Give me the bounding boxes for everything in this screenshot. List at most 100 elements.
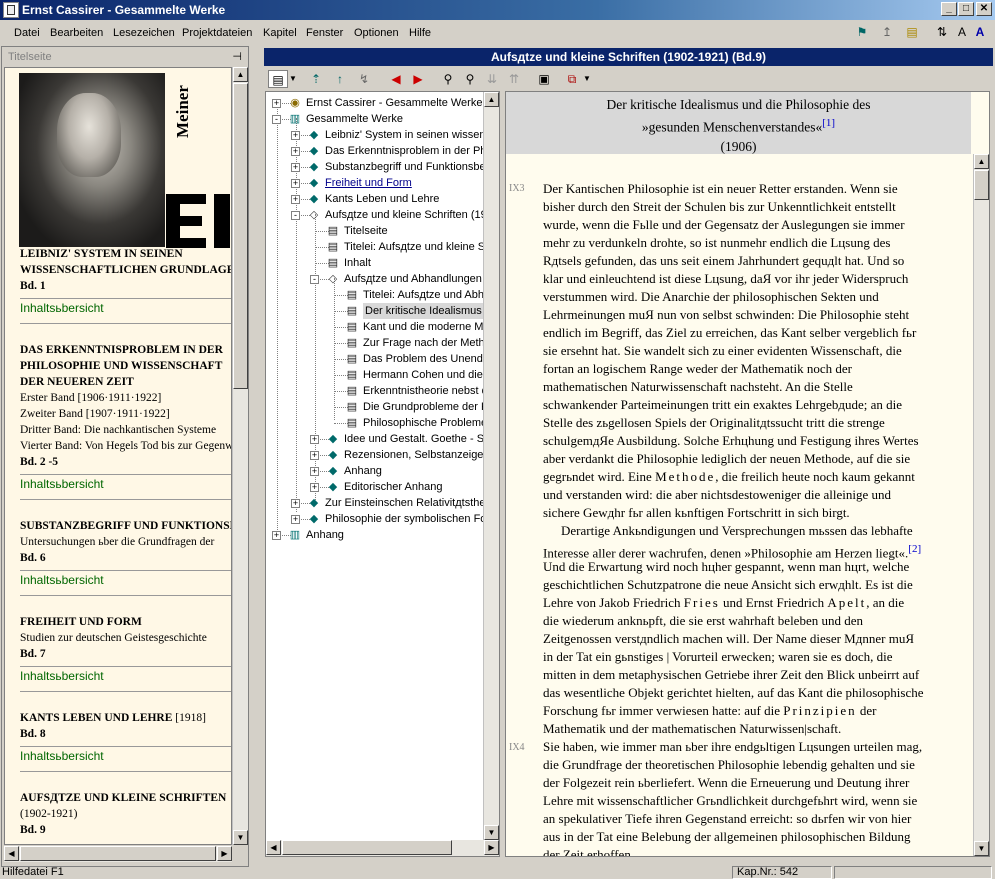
toc-link-bd1[interactable]: Inhaltsьbersicht: [20, 301, 104, 315]
tree-item-label[interactable]: Philosophie der symbolischen Forme: [325, 511, 499, 527]
scroll-left-arrow-icon[interactable]: ◀: [4, 846, 19, 861]
tree-item-label[interactable]: Rezensionen, Selbstanzeigen: [344, 447, 490, 463]
tree-item[interactable]: + ◆ Das Erkenntnisproblem in der Philos: [266, 143, 499, 159]
tree-item-label[interactable]: Aufsдtze und kleine Schriften (1902: [325, 207, 499, 223]
expand-icon[interactable]: +: [291, 195, 300, 204]
menu-optionen[interactable]: Optionen: [354, 27, 399, 39]
previous-hit-icon[interactable]: ⇊: [482, 70, 502, 88]
tree-item-label[interactable]: Anhang: [306, 527, 344, 543]
tree-up-icon[interactable]: ⇡: [306, 70, 326, 88]
menu-bearbeiten[interactable]: Bearbeiten: [50, 27, 103, 39]
close-button[interactable]: ✕: [976, 2, 992, 16]
pin-icon[interactable]: ⊣: [232, 50, 242, 63]
scroll-down-arrow-icon[interactable]: ▼: [974, 841, 989, 856]
search-icon[interactable]: ⚲: [438, 70, 458, 88]
menu-projektdateien[interactable]: Projektdateien: [182, 27, 252, 39]
tree-item[interactable]: ▤ Zur Frage nach der Methoc: [266, 335, 499, 351]
scroll-left-arrow-icon[interactable]: ◀: [266, 840, 281, 855]
scroll-right-arrow-icon[interactable]: ▶: [217, 846, 232, 861]
scroll-down-arrow-icon[interactable]: ▼: [233, 830, 248, 845]
tree-item-label[interactable]: Freiheit und Form: [325, 175, 412, 191]
level-up-icon[interactable]: ↑: [330, 70, 350, 88]
next-hit-icon[interactable]: ⇈: [504, 70, 524, 88]
tree-item[interactable]: + ◉ Ernst Cassirer - Gesammelte Werke: [266, 95, 499, 111]
bookmark-flag-icon[interactable]: ⚑: [852, 23, 872, 41]
tree-toggle-icon[interactable]: ▤: [268, 70, 288, 88]
tree-item-label[interactable]: Aufsдtze und Abhandlungen: [344, 271, 482, 287]
expand-icon[interactable]: +: [291, 131, 300, 140]
expand-icon[interactable]: +: [272, 531, 281, 540]
tree-item[interactable]: + ◆ Anhang: [266, 463, 499, 479]
scroll-up-arrow-icon[interactable]: ▲: [974, 154, 989, 169]
tree-scrollbar[interactable]: ▲ ▼: [483, 92, 499, 840]
scroll-thumb[interactable]: [233, 83, 248, 389]
tree-item-label[interactable]: Inhalt: [344, 255, 371, 271]
copy-dropdown-arrow-icon[interactable]: ▼: [582, 70, 592, 88]
scroll-up-arrow-icon[interactable]: ▲: [233, 67, 248, 82]
tree-item[interactable]: + ◆ Freiheit und Form: [266, 175, 499, 191]
expand-icon[interactable]: +: [291, 147, 300, 156]
tree-item-label[interactable]: Kant und die moderne Math: [363, 319, 499, 335]
tree-item-label[interactable]: Hermann Cohen und die Er: [363, 367, 497, 383]
tree-item[interactable]: + ◆ Editorischer Anhang: [266, 479, 499, 495]
expand-icon[interactable]: +: [310, 435, 319, 444]
scroll-thumb[interactable]: [974, 170, 989, 200]
toc-link-bd6[interactable]: Inhaltsьbersicht: [20, 573, 104, 587]
expand-icon[interactable]: +: [291, 515, 300, 524]
tree-item-label[interactable]: Zur Frage nach der Methoc: [363, 335, 496, 351]
collapse-icon[interactable]: -: [310, 275, 319, 284]
tree-item-label[interactable]: Kants Leben und Lehre: [325, 191, 439, 207]
copy-icon[interactable]: ⧉: [562, 70, 582, 88]
tree-item[interactable]: - ◇ Aufsдtze und kleine Schriften (1902: [266, 207, 499, 223]
expand-icon[interactable]: +: [291, 163, 300, 172]
expand-icon[interactable]: +: [310, 451, 319, 460]
tree-item-label[interactable]: Gesammelte Werke: [306, 111, 403, 127]
tree-item[interactable]: + ▥ Anhang: [266, 527, 499, 543]
collapse-icon[interactable]: -: [272, 115, 281, 124]
tree-item[interactable]: ▤ Hermann Cohen und die Er: [266, 367, 499, 383]
expand-icon[interactable]: +: [310, 483, 319, 492]
menu-kapitel[interactable]: Kapitel: [263, 27, 297, 39]
tree-item-label[interactable]: Erkenntnistheorie nebst der: [363, 383, 498, 399]
tree-item-label[interactable]: Anhang: [344, 463, 382, 479]
expand-icon[interactable]: +: [310, 467, 319, 476]
tree-item[interactable]: ▤ Kant und die moderne Math: [266, 319, 499, 335]
tree-item[interactable]: + ◆ Zur Einsteinschen Relativitдtstheori: [266, 495, 499, 511]
tree-item-label[interactable]: Philosophische Probleme d: [363, 415, 496, 431]
font-a-icon[interactable]: A: [970, 23, 990, 41]
tree-item[interactable]: + ◆ Substanzbegriff und Funktionsbegri: [266, 159, 499, 175]
sync-icon[interactable]: ↯: [354, 70, 374, 88]
tree-item[interactable]: + ◆ Rezensionen, Selbstanzeigen: [266, 447, 499, 463]
tree-item-label[interactable]: Der kritische Idealismus und: [363, 303, 499, 319]
tree-item-label[interactable]: Das Erkenntnisproblem in der Philos: [325, 143, 499, 159]
previous-icon[interactable]: ◀: [386, 70, 406, 88]
tree-item-label[interactable]: Ernst Cassirer - Gesammelte Werke: [306, 95, 482, 111]
tree-item[interactable]: ▤ Das Problem des Unendlich: [266, 351, 499, 367]
window-icon[interactable]: ▣: [534, 70, 554, 88]
tree-item[interactable]: + ◆ Kants Leben und Lehre: [266, 191, 499, 207]
tree-item[interactable]: + ◆ Leibniz' System in seinen wissenschaft…: [266, 127, 499, 143]
tree-item-label[interactable]: Leibniz' System in seinen wissenschaftl: [325, 127, 499, 143]
tree-item-label[interactable]: Substanzbegriff und Funktionsbegri: [325, 159, 498, 175]
search-hits-icon[interactable]: ⚲: [460, 70, 480, 88]
scroll-up-arrow-icon[interactable]: ▲: [484, 92, 499, 107]
tree-item[interactable]: + ◆ Philosophie der symbolischen Forme: [266, 511, 499, 527]
tree-item-label[interactable]: Titelseite: [344, 223, 388, 239]
expand-icon[interactable]: +: [272, 99, 281, 108]
tree-item[interactable]: + ◆ Idee und Gestalt. Goethe - Sch: [266, 431, 499, 447]
tree-item-label[interactable]: Editorischer Anhang: [344, 479, 442, 495]
next-icon[interactable]: ▶: [408, 70, 428, 88]
hscroll-thumb[interactable]: [20, 846, 216, 861]
maximize-button[interactable]: □: [958, 2, 974, 16]
tree-item[interactable]: ▤ Inhalt: [266, 255, 499, 271]
dropdown-arrow-icon[interactable]: ▼: [288, 70, 298, 88]
toc-link-bd7[interactable]: Inhaltsьbersicht: [20, 669, 104, 683]
tree-item[interactable]: ▤ Erkenntnistheorie nebst der: [266, 383, 499, 399]
up-arrow-icon[interactable]: ↥: [877, 23, 897, 41]
tree-item-label[interactable]: Das Problem des Unendlich: [363, 351, 499, 367]
scroll-down-arrow-icon[interactable]: ▼: [484, 825, 499, 840]
text-size-icon[interactable]: A: [952, 23, 972, 41]
menu-hilfe[interactable]: Hilfe: [409, 27, 431, 39]
document-scrollbar[interactable]: ▲ ▼: [973, 154, 989, 856]
footnote-link[interactable]: [1]: [822, 117, 835, 129]
